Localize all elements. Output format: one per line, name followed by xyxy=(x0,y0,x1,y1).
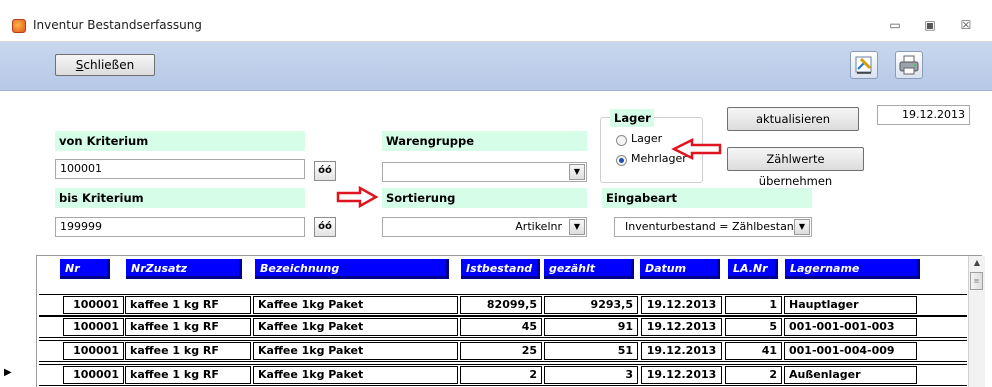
zaehlwerte-uebernehmen-button[interactable]: Zählwerte übernehmen xyxy=(727,147,864,188)
column-header-lanr[interactable]: LA.Nr xyxy=(728,259,778,279)
cell-nr[interactable]: 100001 xyxy=(63,366,124,384)
aktualisieren-button[interactable]: aktualisieren xyxy=(727,107,859,131)
cell-datum[interactable]: 19.12.2013 xyxy=(641,318,722,336)
cell-istbestand[interactable]: 45 xyxy=(460,318,542,336)
chevron-down-icon[interactable]: ▼ xyxy=(569,219,585,235)
eingabeart-dropdown[interactable]: Inventurbestand = Zählbestand ▼ xyxy=(614,217,812,237)
cell-lagername[interactable]: 001-001-001-003 xyxy=(784,318,917,336)
table-row[interactable]: 100001 kaffee 1 kg RF Kaffee 1kg Paket 4… xyxy=(39,316,967,338)
date-field[interactable]: 19.12.2013 xyxy=(877,105,970,125)
cell-istbestand[interactable]: 2 xyxy=(460,366,542,384)
warengruppe-label: Warengruppe xyxy=(382,131,587,151)
cell-nr[interactable]: 100001 xyxy=(63,318,124,336)
search-binoculars-icon-2[interactable]: óó xyxy=(314,217,336,237)
lager-group-label: Lager xyxy=(610,109,654,127)
column-header-istbestand[interactable]: Istbestand xyxy=(461,259,540,279)
cell-nrzusatz[interactable]: kaffee 1 kg RF xyxy=(125,318,251,336)
sortierung-dropdown[interactable]: Artikelnr ▼ xyxy=(382,217,587,237)
cell-bezeichnung[interactable]: Kaffee 1kg Paket xyxy=(253,296,458,314)
close-window-button[interactable]: ☒ xyxy=(955,16,977,34)
cell-istbestand[interactable]: 25 xyxy=(460,342,542,360)
current-row-arrow-icon: ▶ xyxy=(4,367,12,378)
radio-lager-label: Lager xyxy=(631,132,663,145)
column-header-nr[interactable]: Nr xyxy=(60,259,110,279)
cell-nr[interactable]: 100001 xyxy=(63,296,124,314)
maximize-button[interactable]: ▣ xyxy=(919,16,941,34)
column-header-gezaehlt[interactable]: gezählt xyxy=(544,259,634,279)
form-area: von Kriterium 100001 óó bis Kriterium 19… xyxy=(0,91,992,387)
minimize-button[interactable]: ▭ xyxy=(884,16,906,34)
annotation-arrow-right-icon xyxy=(336,186,379,208)
cell-lanr[interactable]: 2 xyxy=(725,366,782,384)
cell-datum[interactable]: 19.12.2013 xyxy=(641,342,722,360)
close-button-label: chließen xyxy=(83,58,135,72)
cell-gezaehlt[interactable]: 91 xyxy=(544,318,638,336)
column-header-datum[interactable]: Datum xyxy=(640,259,720,279)
close-button[interactable]: Schließen xyxy=(55,54,155,76)
cell-nr[interactable]: 100001 xyxy=(63,342,124,360)
cell-lanr[interactable]: 41 xyxy=(725,342,782,360)
von-kriterium-label: von Kriterium xyxy=(55,131,305,151)
column-header-bezeichnung[interactable]: Bezeichnung xyxy=(255,259,449,279)
radio-mehrlager[interactable] xyxy=(616,155,627,166)
printer-icon[interactable] xyxy=(895,51,923,79)
cell-lagername[interactable]: Außenlager xyxy=(784,366,917,384)
cell-gezaehlt[interactable]: 9293,5 xyxy=(544,296,638,314)
eingabeart-value: Inventurbestand = Zählbestand xyxy=(625,220,801,233)
cell-lagername[interactable]: 001-001-004-009 xyxy=(784,342,917,360)
cell-nrzusatz[interactable]: kaffee 1 kg RF xyxy=(125,296,251,314)
sortierung-value: Artikelnr xyxy=(515,220,562,233)
window-title: Inventur Bestandserfassung xyxy=(33,18,202,32)
bis-kriterium-input[interactable]: 199999 xyxy=(55,217,305,237)
cell-gezaehlt[interactable]: 3 xyxy=(544,366,638,384)
cell-istbestand[interactable]: 82099,5 xyxy=(460,296,542,314)
app-icon xyxy=(12,19,26,33)
table-row-current[interactable]: ▶ 100001 kaffee 1 kg RF Kaffee 1kg Paket… xyxy=(4,364,967,386)
title-bar: Inventur Bestandserfassung ▭ ▣ ☒ xyxy=(0,0,992,42)
cell-nrzusatz[interactable]: kaffee 1 kg RF xyxy=(125,366,251,384)
toolbar: Schließen xyxy=(0,42,992,91)
table-row[interactable]: 100001 kaffee 1 kg RF Kaffee 1kg Paket 8… xyxy=(39,294,967,316)
scroll-thumb[interactable]: ≡ xyxy=(970,272,983,290)
table-row[interactable]: 100001 kaffee 1 kg RF Kaffee 1kg Paket 2… xyxy=(39,340,967,362)
cell-lanr[interactable]: 5 xyxy=(725,318,782,336)
cell-bezeichnung[interactable]: Kaffee 1kg Paket xyxy=(253,366,458,384)
row-selector[interactable]: ▶ xyxy=(0,365,39,385)
warengruppe-dropdown[interactable]: ▼ xyxy=(382,162,587,182)
cell-bezeichnung[interactable]: Kaffee 1kg Paket xyxy=(253,342,458,360)
sortierung-label: Sortierung xyxy=(382,188,587,208)
cell-gezaehlt[interactable]: 51 xyxy=(544,342,638,360)
radio-lager[interactable] xyxy=(616,135,627,146)
cell-datum[interactable]: 19.12.2013 xyxy=(641,296,722,314)
bis-kriterium-label: bis Kriterium xyxy=(55,188,305,208)
column-header-nrzusatz[interactable]: NrZusatz xyxy=(126,259,242,279)
search-binoculars-icon[interactable]: óó xyxy=(314,161,336,181)
edit-report-icon[interactable] xyxy=(850,51,878,79)
cell-datum[interactable]: 19.12.2013 xyxy=(641,366,722,384)
cell-bezeichnung[interactable]: Kaffee 1kg Paket xyxy=(253,318,458,336)
von-kriterium-input[interactable]: 100001 xyxy=(55,159,305,179)
chevron-down-icon[interactable]: ▼ xyxy=(794,219,810,235)
cell-nrzusatz[interactable]: kaffee 1 kg RF xyxy=(125,342,251,360)
cell-lanr[interactable]: 1 xyxy=(725,296,782,314)
cell-lagername[interactable]: Hauptlager xyxy=(784,296,917,314)
annotation-arrow-left-icon xyxy=(671,138,722,160)
grid-scrollbar[interactable]: ▲ ≡ xyxy=(968,256,985,387)
column-header-lagername[interactable]: Lagername xyxy=(785,259,920,279)
chevron-down-icon[interactable]: ▼ xyxy=(569,164,585,180)
scroll-up-icon[interactable]: ▲ xyxy=(970,257,984,269)
